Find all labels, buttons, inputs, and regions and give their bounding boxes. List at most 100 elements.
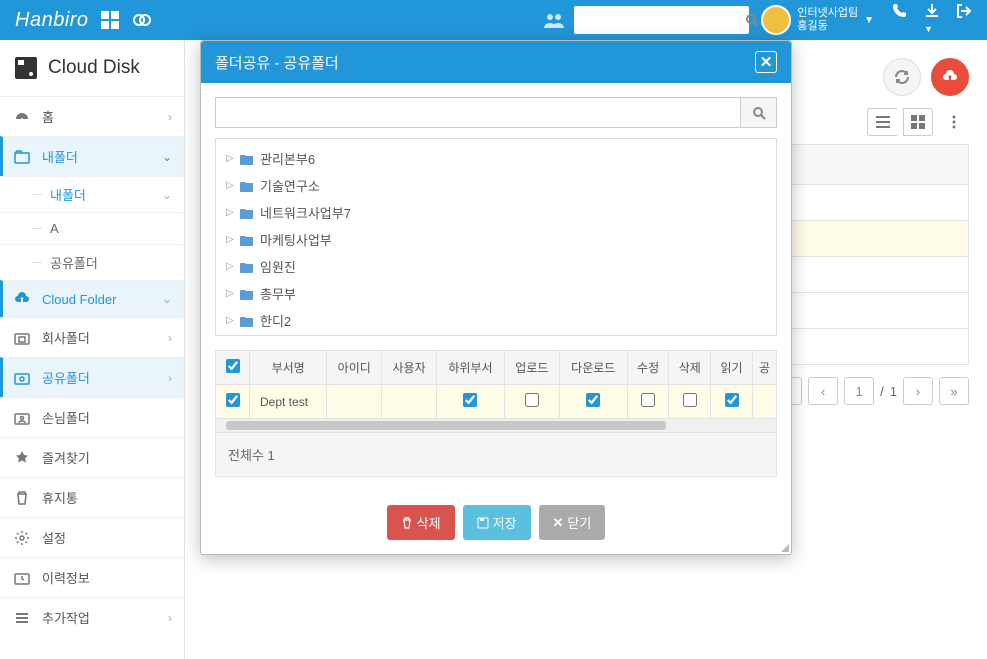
col-subdept[interactable]: 하위부서	[436, 351, 504, 385]
caret-icon: ▷	[226, 207, 234, 218]
sidebar-sub-a[interactable]: A	[0, 212, 184, 244]
modal-search-button[interactable]	[741, 97, 777, 128]
page-current[interactable]: 1	[844, 377, 874, 405]
top-search-input[interactable]	[574, 13, 745, 27]
cloud-sync-icon[interactable]	[131, 9, 153, 31]
page-prev-button[interactable]: ‹	[808, 377, 838, 405]
more-options-button[interactable]	[939, 108, 969, 136]
perm-row[interactable]: Dept test	[216, 385, 777, 419]
col-dept[interactable]: 부서명	[250, 351, 327, 385]
page-next-button[interactable]: ›	[903, 377, 933, 405]
tree-label: 네트워크사업부7	[260, 203, 351, 222]
gear-icon	[12, 530, 32, 546]
refresh-button[interactable]	[883, 58, 921, 96]
modal-close-button[interactable]: ✕	[755, 51, 777, 73]
folder-icon	[240, 180, 254, 192]
modal-delete-button[interactable]: 삭제	[387, 505, 455, 540]
user-text: 인터넷사업팀 홍길동	[797, 7, 858, 33]
sidebar-item-settings[interactable]: 설정	[0, 517, 184, 557]
col-upload[interactable]: 업로드	[504, 351, 559, 385]
tree-item[interactable]: ▷한디2	[226, 307, 766, 334]
col-more[interactable]: 공	[752, 351, 776, 385]
sidebar-item-cloud-folder[interactable]: Cloud Folder ⌄	[0, 280, 184, 317]
total-row: 전체수 1	[215, 433, 777, 477]
col-delete[interactable]: 삭제	[669, 351, 711, 385]
sidebar-item-company-folder[interactable]: 회사폴더 ›	[0, 317, 184, 357]
logout-icon[interactable]	[956, 3, 972, 37]
sidebar-sub-my-folder[interactable]: 내폴더 ⌄	[0, 176, 184, 212]
user-block[interactable]: 인터넷사업팀 홍길동 ▼	[761, 5, 874, 35]
col-download[interactable]: 다운로드	[559, 351, 627, 385]
top-search[interactable]	[574, 6, 749, 34]
tree-label: 총무부	[260, 284, 296, 303]
caret-icon: ▷	[226, 234, 234, 245]
folder-user-icon	[12, 149, 32, 165]
sidebar: Cloud Disk 홈 › 내폴더 ⌄ 내폴더 ⌄ A 공유폴더	[0, 40, 185, 659]
sidebar-item-favorites[interactable]: 즐겨찾기	[0, 437, 184, 477]
tree-item[interactable]: ▷기술연구소	[226, 172, 766, 199]
tree-label: 한디2	[260, 311, 291, 330]
edit-checkbox[interactable]	[641, 393, 655, 407]
cloud-upload-icon	[12, 291, 32, 307]
row-checkbox[interactable]	[226, 393, 240, 407]
select-all-checkbox[interactable]	[226, 359, 240, 373]
tree-item[interactable]: ▷총무부	[226, 280, 766, 307]
modal-header[interactable]: 폴더공유 - 공유폴더 ✕	[201, 41, 791, 83]
upload-checkbox[interactable]	[525, 393, 539, 407]
download-checkbox[interactable]	[586, 393, 600, 407]
sidebar-item-share-folder[interactable]: 공유폴더 ›	[0, 357, 184, 397]
share-folder-icon	[12, 370, 32, 386]
apps-icon[interactable]	[99, 9, 121, 31]
sidebar-sub-label: A	[50, 221, 59, 236]
sidebar-item-guest-folder[interactable]: 손님폴더	[0, 397, 184, 437]
read-checkbox[interactable]	[725, 393, 739, 407]
chevron-down-icon: ⌄	[162, 188, 172, 202]
grid-view-button[interactable]	[903, 108, 933, 136]
modal-search	[215, 97, 777, 128]
top-app-icons	[99, 9, 153, 31]
delete-checkbox[interactable]	[683, 393, 697, 407]
tree-item[interactable]: ▷마케팅사업부	[226, 226, 766, 253]
phone-icon[interactable]	[892, 3, 908, 37]
horizontal-scrollbar[interactable]	[215, 419, 777, 433]
sidebar-item-my-folder[interactable]: 내폴더 ⌄	[0, 136, 184, 176]
caret-icon: ▷	[226, 261, 234, 272]
tree-label: 임원진	[260, 257, 296, 276]
col-id[interactable]: 아이디	[327, 351, 382, 385]
guest-folder-icon	[12, 410, 32, 426]
modal-save-button[interactable]: 저장	[463, 505, 531, 540]
chevron-down-icon[interactable]: ▼	[864, 15, 874, 26]
subdept-checkbox[interactable]	[463, 393, 477, 407]
chevron-down-icon: ⌄	[162, 150, 172, 164]
modal-search-input[interactable]	[215, 97, 741, 128]
people-icon[interactable]	[540, 6, 568, 34]
col-user[interactable]: 사용자	[382, 351, 437, 385]
sidebar-item-history[interactable]: 이력정보	[0, 557, 184, 597]
sidebar-item-home[interactable]: 홈 ›	[0, 96, 184, 136]
row-dept: Dept test	[250, 385, 327, 419]
permissions-table: 부서명 아이디 사용자 하위부서 업로드 다운로드 수정 삭제 읽기 공 Dep…	[215, 350, 777, 419]
sidebar-item-trash[interactable]: 휴지통	[0, 477, 184, 517]
resize-handle[interactable]	[777, 540, 789, 552]
search-icon[interactable]	[745, 13, 759, 27]
download-icon[interactable]: ▼	[924, 3, 940, 37]
star-icon	[12, 450, 32, 466]
sidebar-label-settings: 설정	[42, 528, 66, 547]
modal-cancel-button[interactable]: ✕ 닫기	[539, 505, 606, 540]
page-last-button[interactable]: »	[939, 377, 969, 405]
disk-icon	[12, 54, 40, 82]
tree-item[interactable]: ▷ 임원진	[226, 253, 766, 280]
row-user	[382, 385, 437, 419]
cloud-upload-button[interactable]	[931, 58, 969, 96]
sidebar-label-history: 이력정보	[42, 568, 90, 587]
tree-item[interactable]: ▷ 네트워크사업부7	[226, 199, 766, 226]
list-view-button[interactable]	[867, 108, 897, 136]
row-more	[752, 385, 776, 419]
sidebar-item-more-work[interactable]: 추가작업 ›	[0, 597, 184, 637]
sidebar-sub-shared[interactable]: 공유폴더	[0, 244, 184, 280]
col-read[interactable]: 읽기	[711, 351, 753, 385]
col-check[interactable]	[216, 351, 250, 385]
tree-item[interactable]: ▷관리본부6	[226, 145, 766, 172]
dept-tree[interactable]: ▷관리본부6▷기술연구소▷네트워크사업부7▷마케팅사업부▷임원진▷총무부▷한디2	[215, 138, 777, 336]
col-edit[interactable]: 수정	[627, 351, 669, 385]
